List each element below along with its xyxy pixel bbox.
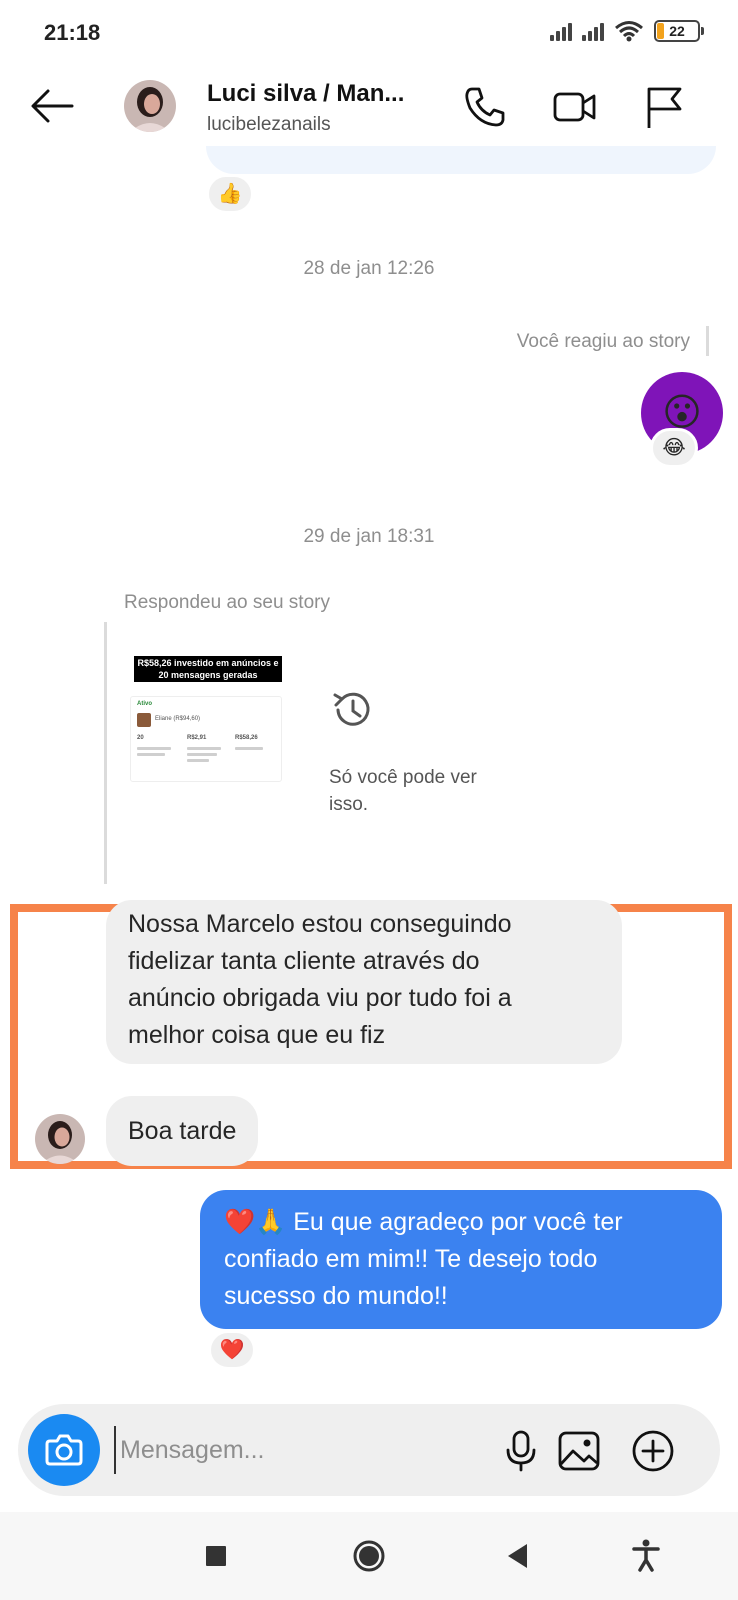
- battery-level: 22: [669, 23, 685, 39]
- incoming-message[interactable]: Nossa Marcelo estou conseguindo fideliza…: [106, 900, 622, 1064]
- message-line: sucesso do mundo!!: [224, 1282, 448, 1310]
- back-arrow-icon[interactable]: [28, 86, 76, 126]
- avatar[interactable]: [35, 1114, 85, 1164]
- story-rule: [104, 622, 107, 884]
- accessibility-icon[interactable]: [622, 1532, 670, 1580]
- message-line: confiado em mim!! Te desejo todo: [224, 1245, 598, 1273]
- microphone-icon[interactable]: [498, 1428, 544, 1474]
- message-input[interactable]: [114, 1426, 484, 1474]
- message-composer: [18, 1404, 720, 1496]
- message-line: Nossa Marcelo estou conseguindo: [128, 910, 512, 938]
- signal-icon: [550, 21, 572, 41]
- story-line: [235, 747, 263, 750]
- previous-message-bubble[interactable]: [206, 146, 716, 174]
- outgoing-message[interactable]: ❤️🙏 Eu que agradeço por você ter confiad…: [200, 1190, 722, 1329]
- system-nav-bar: [0, 1512, 738, 1600]
- story-caption: R$58,26 investido em anúncios e 20 mensa…: [134, 656, 282, 682]
- home-icon[interactable]: [345, 1532, 393, 1580]
- gallery-icon[interactable]: [556, 1428, 602, 1474]
- reaction-laughing[interactable]: 😂: [650, 428, 698, 468]
- signal-icon: [582, 21, 604, 41]
- message-line: anúncio obrigada viu por tudo foi a: [128, 984, 512, 1012]
- story-line: [187, 747, 221, 750]
- story-stat: R$2,91: [187, 735, 207, 741]
- reaction-heart[interactable]: ❤️: [208, 1330, 256, 1370]
- chat-header: Luci silva / Man... lucibelezanails: [0, 66, 738, 146]
- video-camera-icon[interactable]: [552, 84, 598, 130]
- incoming-message[interactable]: Boa tarde: [106, 1096, 259, 1166]
- story-line: [137, 753, 165, 756]
- story-card-name: Eliane (R$94,60): [155, 716, 201, 722]
- phone-icon[interactable]: [462, 84, 508, 130]
- reacted-story-label: Você reagiu ao story: [516, 331, 690, 352]
- message-line: ❤️🙏 Eu que agradeço por você ter: [224, 1208, 623, 1236]
- battery-icon: 22: [654, 20, 704, 42]
- story-line: [187, 759, 209, 762]
- story-stat: 20: [137, 735, 144, 741]
- recent-apps-icon[interactable]: [192, 1532, 240, 1580]
- private-notice: Só você pode ver isso.: [329, 767, 477, 815]
- contact-name[interactable]: Luci silva / Man...: [207, 80, 404, 108]
- status-time: 21:18: [44, 20, 101, 45]
- story-card-title: Ativo: [137, 701, 152, 707]
- timestamp: 28 de jan 12:26: [303, 258, 435, 279]
- story-rule: [706, 326, 709, 356]
- message-line: fidelizar tanta cliente através do: [128, 947, 480, 975]
- chat-thread[interactable]: 👍 28 de jan 12:26 Você reagiu ao story 😮…: [0, 146, 738, 1400]
- replied-story-label: Respondeu ao seu story: [124, 592, 330, 613]
- story-line: [187, 753, 217, 756]
- story-stat: R$58,26: [235, 735, 258, 741]
- history-icon: [333, 692, 370, 726]
- avatar[interactable]: [124, 80, 176, 132]
- plus-circle-icon[interactable]: [630, 1428, 676, 1474]
- story-line: [137, 747, 171, 750]
- story-thumbnail[interactable]: R$58,26 investido em anúncios e 20 mensa…: [126, 656, 288, 784]
- status-bar: 21:18 22: [0, 0, 738, 66]
- back-icon[interactable]: [494, 1532, 542, 1580]
- story-card: Ativo Eliane (R$94,60) 20 R$2,91 R$58,26: [130, 696, 282, 782]
- reaction-thumbs-up[interactable]: 👍: [206, 174, 254, 214]
- message-line: melhor coisa que eu fiz: [128, 1021, 386, 1049]
- camera-icon: [45, 1434, 83, 1466]
- timestamp: 29 de jan 18:31: [303, 526, 435, 547]
- camera-button[interactable]: [28, 1414, 100, 1486]
- wifi-icon: [615, 21, 643, 42]
- flag-icon[interactable]: [640, 84, 686, 130]
- story-card-avatar: [137, 713, 151, 727]
- contact-username[interactable]: lucibelezanails: [207, 114, 331, 136]
- status-icons: 22: [550, 20, 704, 42]
